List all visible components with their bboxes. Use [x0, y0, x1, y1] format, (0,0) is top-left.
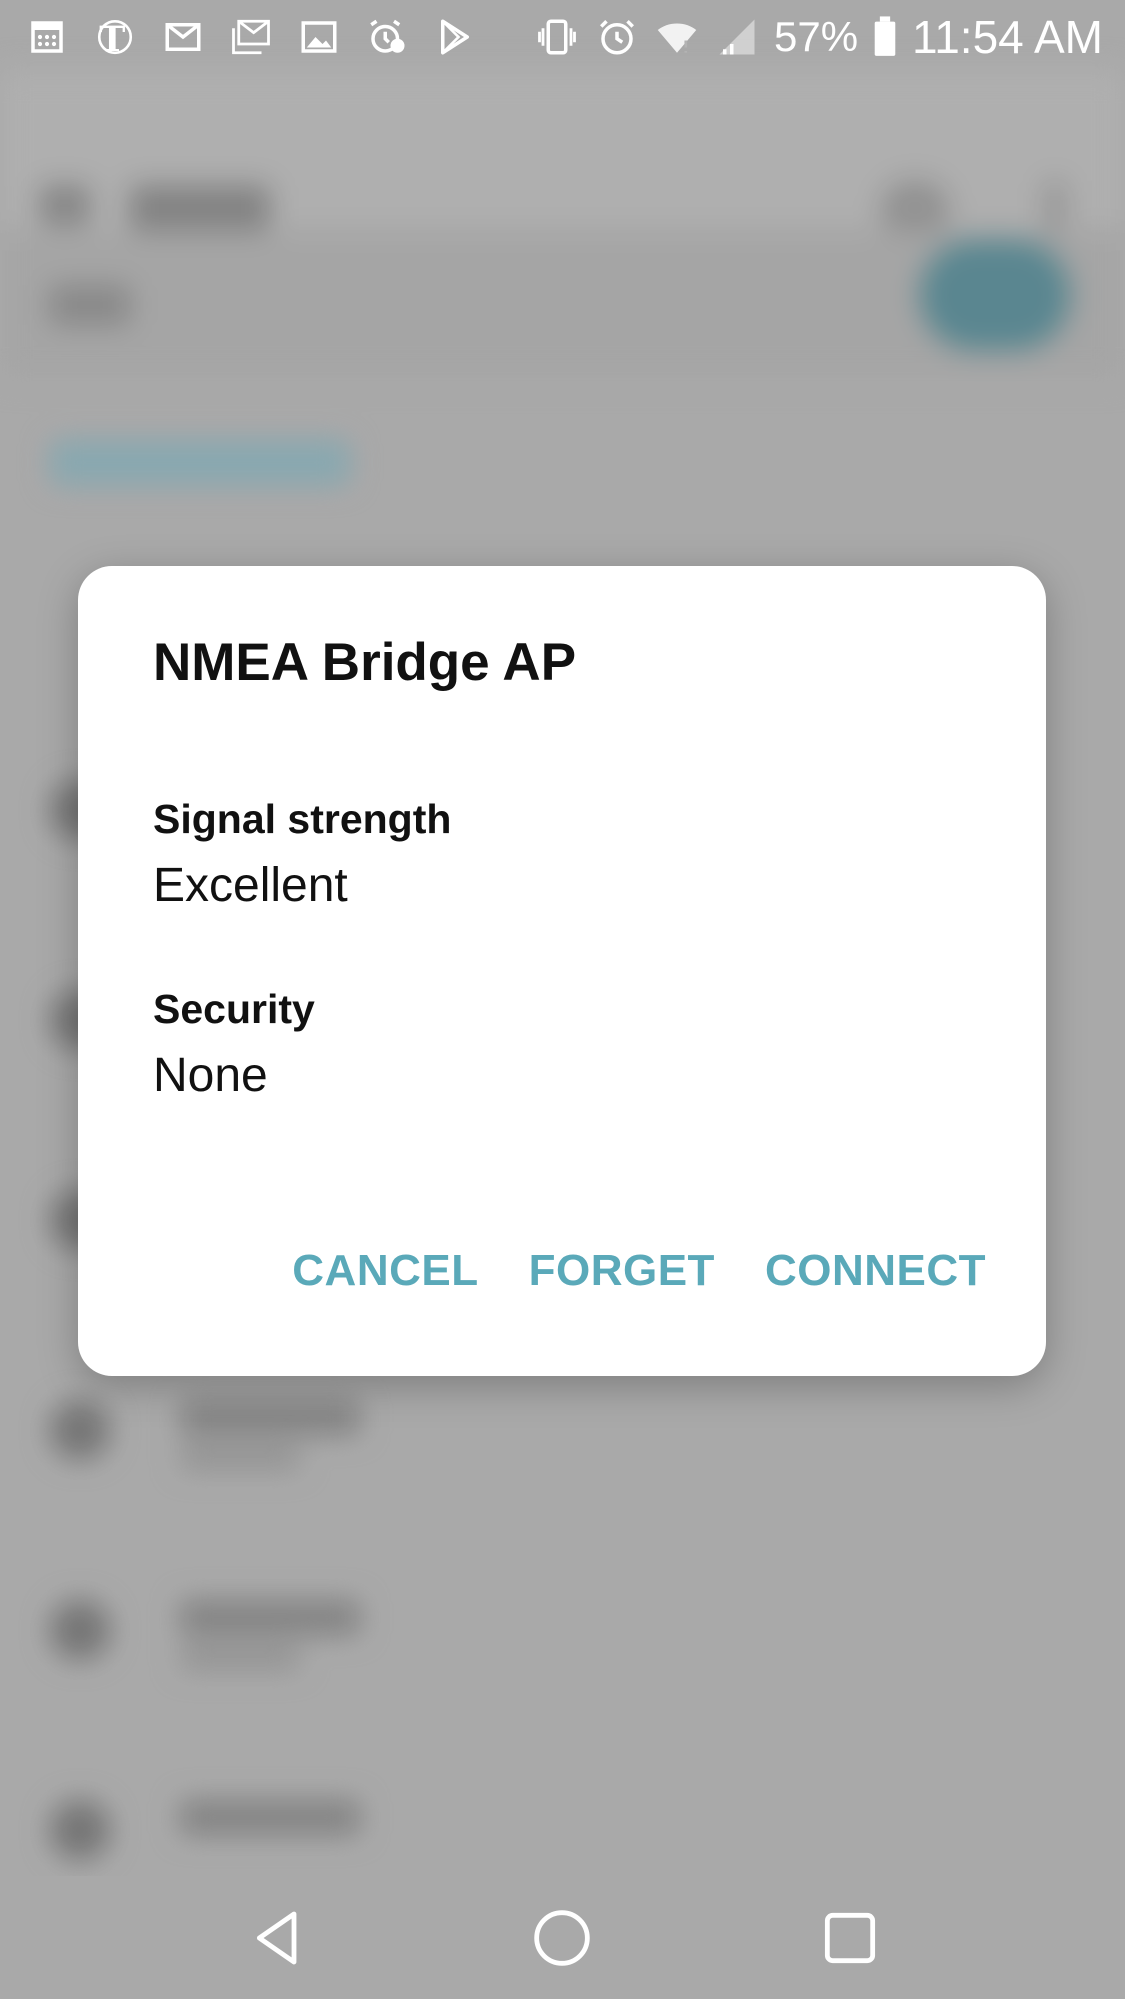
- back-icon: [256, 1911, 297, 1965]
- wifi-icon: [654, 14, 700, 60]
- gmail-stack-icon: [228, 14, 274, 60]
- recents-icon: [824, 1912, 876, 1964]
- wifi-network-dialog: NMEA Bridge AP Signal strength Excellent…: [78, 566, 1046, 1376]
- screen: T 57% 11:54 AM NMEA Bridge AP Signal str…: [0, 0, 1125, 1999]
- system-status: 57% 11:54 AM: [534, 10, 1103, 64]
- cancel-button[interactable]: CANCEL: [292, 1246, 478, 1296]
- clock: 11:54 AM: [912, 11, 1103, 63]
- vibrate-icon: [534, 14, 580, 60]
- signal-strength-value: Excellent: [153, 859, 348, 912]
- play-store-icon: [432, 14, 478, 60]
- security-label: Security: [153, 986, 315, 1032]
- battery-percent: 57%: [773, 13, 859, 60]
- nytimes-icon: T: [92, 14, 138, 60]
- home-button[interactable]: [524, 1900, 600, 1976]
- cell-signal-icon: [714, 14, 760, 60]
- home-icon: [534, 1910, 590, 1966]
- gmail-icon: [160, 14, 206, 60]
- connect-button[interactable]: CONNECT: [765, 1246, 986, 1296]
- dialog-title: NMEA Bridge AP: [153, 633, 577, 692]
- gallery-icon: [296, 14, 342, 60]
- status-bar: T 57% 11:54 AM: [0, 0, 1125, 80]
- notification-icons: T: [24, 14, 478, 60]
- signal-strength-label: Signal strength: [153, 796, 452, 842]
- dialog-actions: CANCEL FORGET CONNECT: [292, 1246, 986, 1296]
- recents-button[interactable]: [812, 1900, 888, 1976]
- calendar-icon: [24, 14, 70, 60]
- alarm-alert-icon: [364, 14, 410, 60]
- battery-icon: [872, 14, 898, 60]
- alarm-icon: [594, 14, 640, 60]
- back-button[interactable]: [240, 1900, 316, 1976]
- forget-button[interactable]: FORGET: [529, 1246, 715, 1296]
- navigation-bar: [0, 1876, 1125, 1999]
- security-value: None: [153, 1049, 268, 1102]
